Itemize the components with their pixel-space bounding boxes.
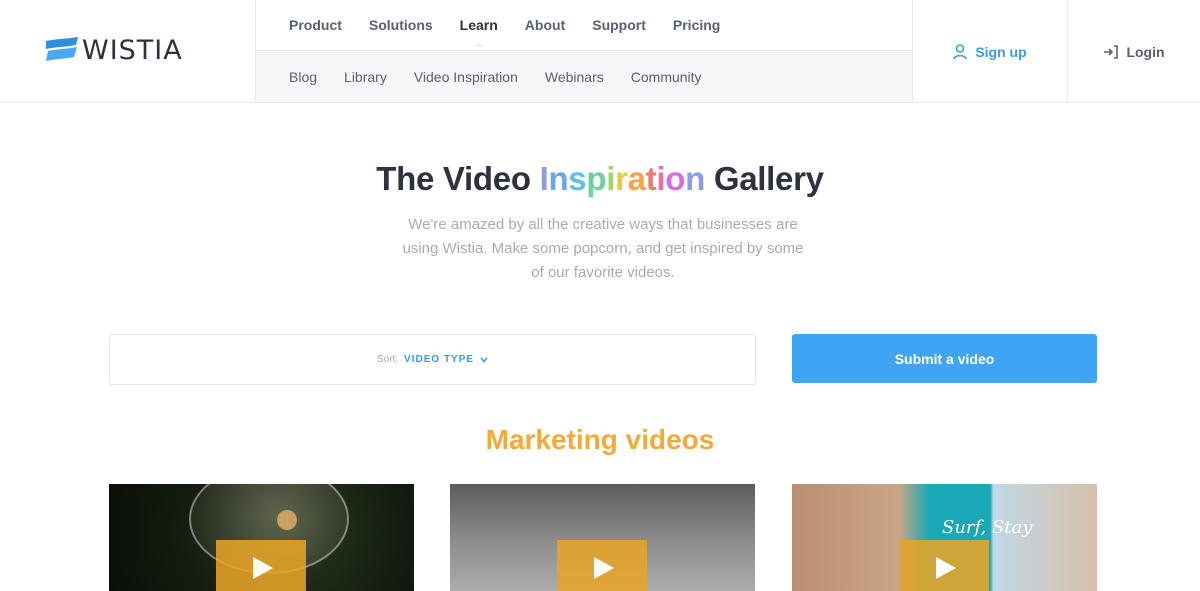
title-letter: o <box>665 160 686 197</box>
subnav-blog[interactable]: Blog <box>289 69 317 85</box>
video-card[interactable] <box>450 484 755 591</box>
sort-value: VIDEO TYPE <box>404 354 475 365</box>
thumbnail-overlay-text: Surf, Stay <box>942 517 1033 538</box>
subnav-library[interactable]: Library <box>344 69 387 85</box>
chevron-down-icon <box>480 356 488 363</box>
title-letter: a <box>627 160 646 197</box>
wistia-logo[interactable]: WISTIA <box>46 33 216 67</box>
page-title: The Video Inspiration Gallery <box>0 160 1200 198</box>
play-button[interactable] <box>557 540 647 591</box>
nav-product[interactable]: Product <box>289 17 342 33</box>
play-icon <box>936 557 956 579</box>
title-letter: n <box>548 160 569 197</box>
subnav-community[interactable]: Community <box>631 69 702 85</box>
submit-video-button[interactable]: Submit a video <box>792 334 1097 383</box>
title-prefix: The Video <box>376 160 540 197</box>
title-letter: r <box>615 160 628 197</box>
nav-learn[interactable]: Learn <box>460 17 498 47</box>
title-letter: p <box>586 160 607 197</box>
play-icon <box>594 557 614 579</box>
title-suffix: Gallery <box>705 160 824 197</box>
site-header: WISTIA Product Solutions Learn About Sup… <box>0 0 1200 103</box>
title-letter: n <box>685 160 705 197</box>
subnav-video-inspiration[interactable]: Video Inspiration <box>414 69 518 85</box>
play-icon <box>253 557 273 579</box>
login-label: Login <box>1126 43 1165 60</box>
login-arrow-icon <box>1104 44 1119 59</box>
brand-name: WISTIA <box>82 34 183 66</box>
title-letter: i <box>606 160 616 197</box>
nav-about[interactable]: About <box>525 17 565 33</box>
play-button[interactable] <box>899 540 989 591</box>
nav-pricing[interactable]: Pricing <box>673 17 720 33</box>
title-letter: s <box>568 160 587 197</box>
wistia-flag-icon <box>46 37 78 61</box>
primary-nav: Product Solutions Learn About Support Pr… <box>256 0 912 50</box>
title-letter: i <box>656 160 666 197</box>
play-button[interactable] <box>216 540 306 591</box>
nav-solutions[interactable]: Solutions <box>369 17 433 33</box>
title-letter: t <box>645 160 657 197</box>
sort-label: Sort: <box>376 354 399 365</box>
login-button[interactable]: Login <box>1068 0 1200 103</box>
secondary-nav: Blog Library Video Inspiration Webinars … <box>256 50 912 102</box>
page-subtitle: We're amazed by all the creative ways th… <box>402 216 804 281</box>
video-card[interactable] <box>109 484 414 591</box>
user-icon <box>953 43 968 59</box>
main-navigation: Product Solutions Learn About Support Pr… <box>255 0 913 103</box>
thumbnail-detail <box>277 510 297 530</box>
section-title: Marketing videos <box>485 424 715 455</box>
subnav-webinars[interactable]: Webinars <box>545 69 604 85</box>
signup-button[interactable]: Sign up <box>913 0 1068 103</box>
video-card[interactable]: Surf, Stay <box>792 484 1097 591</box>
signup-label: Sign up <box>975 43 1027 60</box>
sort-dropdown[interactable]: Sort: VIDEO TYPE <box>109 334 756 385</box>
nav-support[interactable]: Support <box>592 17 646 33</box>
